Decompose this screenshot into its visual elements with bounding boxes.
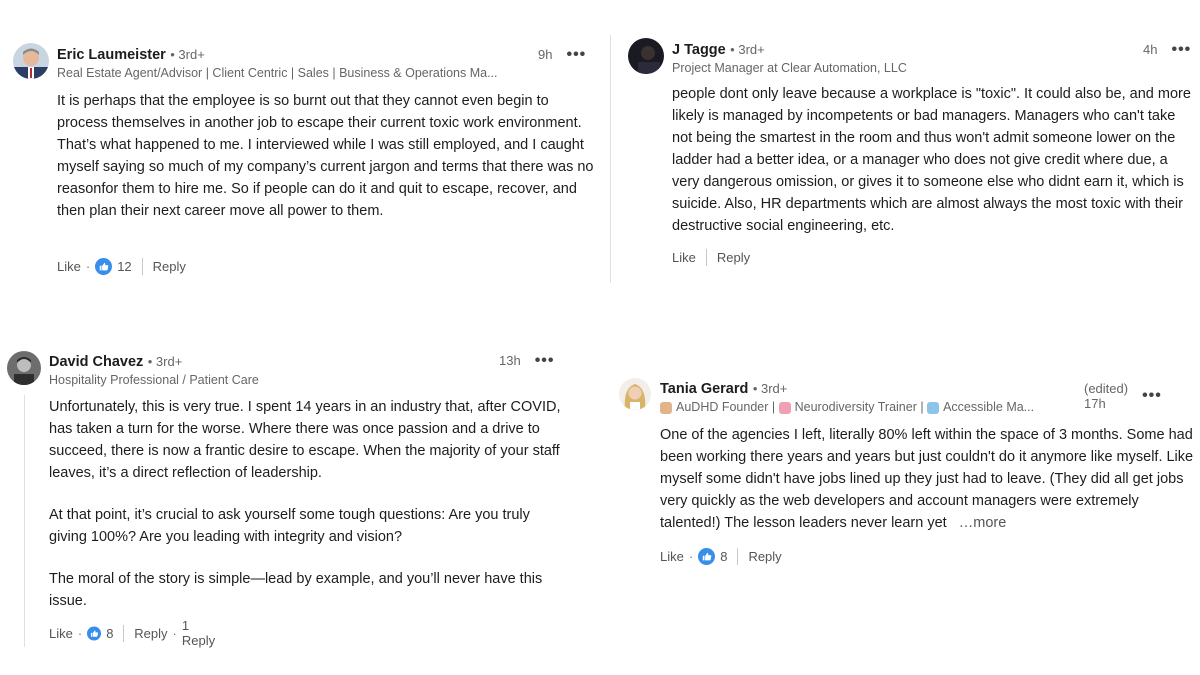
- connection-degree: • 3rd+: [730, 42, 765, 57]
- author-name[interactable]: J Tagge: [672, 42, 726, 58]
- connection-degree: • 3rd+: [752, 381, 788, 396]
- headline-part: Neurodiversity Trainer |: [794, 400, 924, 414]
- comment-paragraph: Unfortunately, this is very true. I spen…: [49, 399, 561, 481]
- author-name[interactable]: Eric Laumeister: [57, 47, 166, 63]
- timestamp: 9h: [538, 47, 553, 62]
- author-headline: Project Manager at Clear Automation, LLC: [672, 61, 907, 75]
- author-name[interactable]: Tania Gerard: [660, 381, 748, 397]
- column-divider: [610, 35, 611, 283]
- comment-text: One of the agencies I left, literally 80…: [660, 424, 1198, 534]
- comment-text: It is perhaps that the employee is so bu…: [57, 93, 594, 219]
- replies-count-link[interactable]: 1 Reply: [182, 618, 218, 648]
- connection-degree: • 3rd+: [170, 47, 205, 62]
- reply-button[interactable]: Reply: [748, 549, 781, 564]
- like-button[interactable]: Like: [57, 259, 81, 274]
- avatar[interactable]: [13, 43, 49, 79]
- like-button[interactable]: Like: [660, 549, 684, 564]
- author-headline: Real Estate Agent/Advisor | Client Centr…: [57, 66, 498, 80]
- avatar[interactable]: [628, 38, 664, 74]
- reaction-count[interactable]: 8: [106, 626, 113, 641]
- reaction-count[interactable]: 12: [117, 259, 131, 274]
- comment-paragraph: At that point, it’s crucial to ask yours…: [49, 507, 530, 545]
- like-button[interactable]: Like: [672, 250, 696, 265]
- timestamp: (edited) 17h: [1084, 381, 1129, 411]
- timestamp: 4h: [1143, 42, 1158, 57]
- avatar[interactable]: [7, 351, 41, 385]
- ellipsis-icon[interactable]: •••: [566, 46, 586, 62]
- reply-button[interactable]: Reply: [153, 259, 186, 274]
- headline-part: Accessible Ma...: [943, 400, 1035, 414]
- connection-degree: • 3rd+: [147, 354, 183, 369]
- reply-button[interactable]: Reply: [134, 626, 167, 641]
- thread-line: [24, 395, 25, 647]
- author-headline: AuDHD Founder | Neurodiversity Trainer |…: [660, 400, 1080, 414]
- ellipsis-icon[interactable]: •••: [535, 352, 555, 368]
- author-name[interactable]: David Chavez: [49, 354, 143, 370]
- reaction-count[interactable]: 8: [720, 549, 727, 564]
- ellipsis-icon[interactable]: •••: [1171, 41, 1191, 57]
- comment-body: One of the agencies I left, literally 80…: [660, 427, 1194, 531]
- person-emoji-icon: [660, 401, 672, 414]
- thumbs-up-icon: [698, 548, 716, 565]
- see-more-link[interactable]: …more: [959, 515, 1007, 531]
- comment-paragraph: The moral of the story is simple—lead by…: [49, 571, 543, 609]
- thumbs-up-icon: [87, 625, 102, 641]
- headline-part: AuDHD Founder |: [676, 400, 776, 414]
- ellipsis-icon[interactable]: •••: [1142, 388, 1162, 404]
- comment-text: Unfortunately, this is very true. I spen…: [49, 396, 564, 612]
- brain-emoji-icon: [778, 401, 791, 414]
- avatar[interactable]: [619, 378, 651, 410]
- laptop-emoji-icon: [927, 401, 940, 414]
- timestamp: 13h: [499, 353, 521, 368]
- comment-text: people dont only leave because a workpla…: [672, 86, 1191, 234]
- like-button[interactable]: Like: [49, 626, 73, 641]
- reply-button[interactable]: Reply: [717, 250, 750, 265]
- author-headline: Hospitality Professional / Patient Care: [49, 373, 259, 387]
- thumbs-up-icon: [95, 258, 113, 275]
